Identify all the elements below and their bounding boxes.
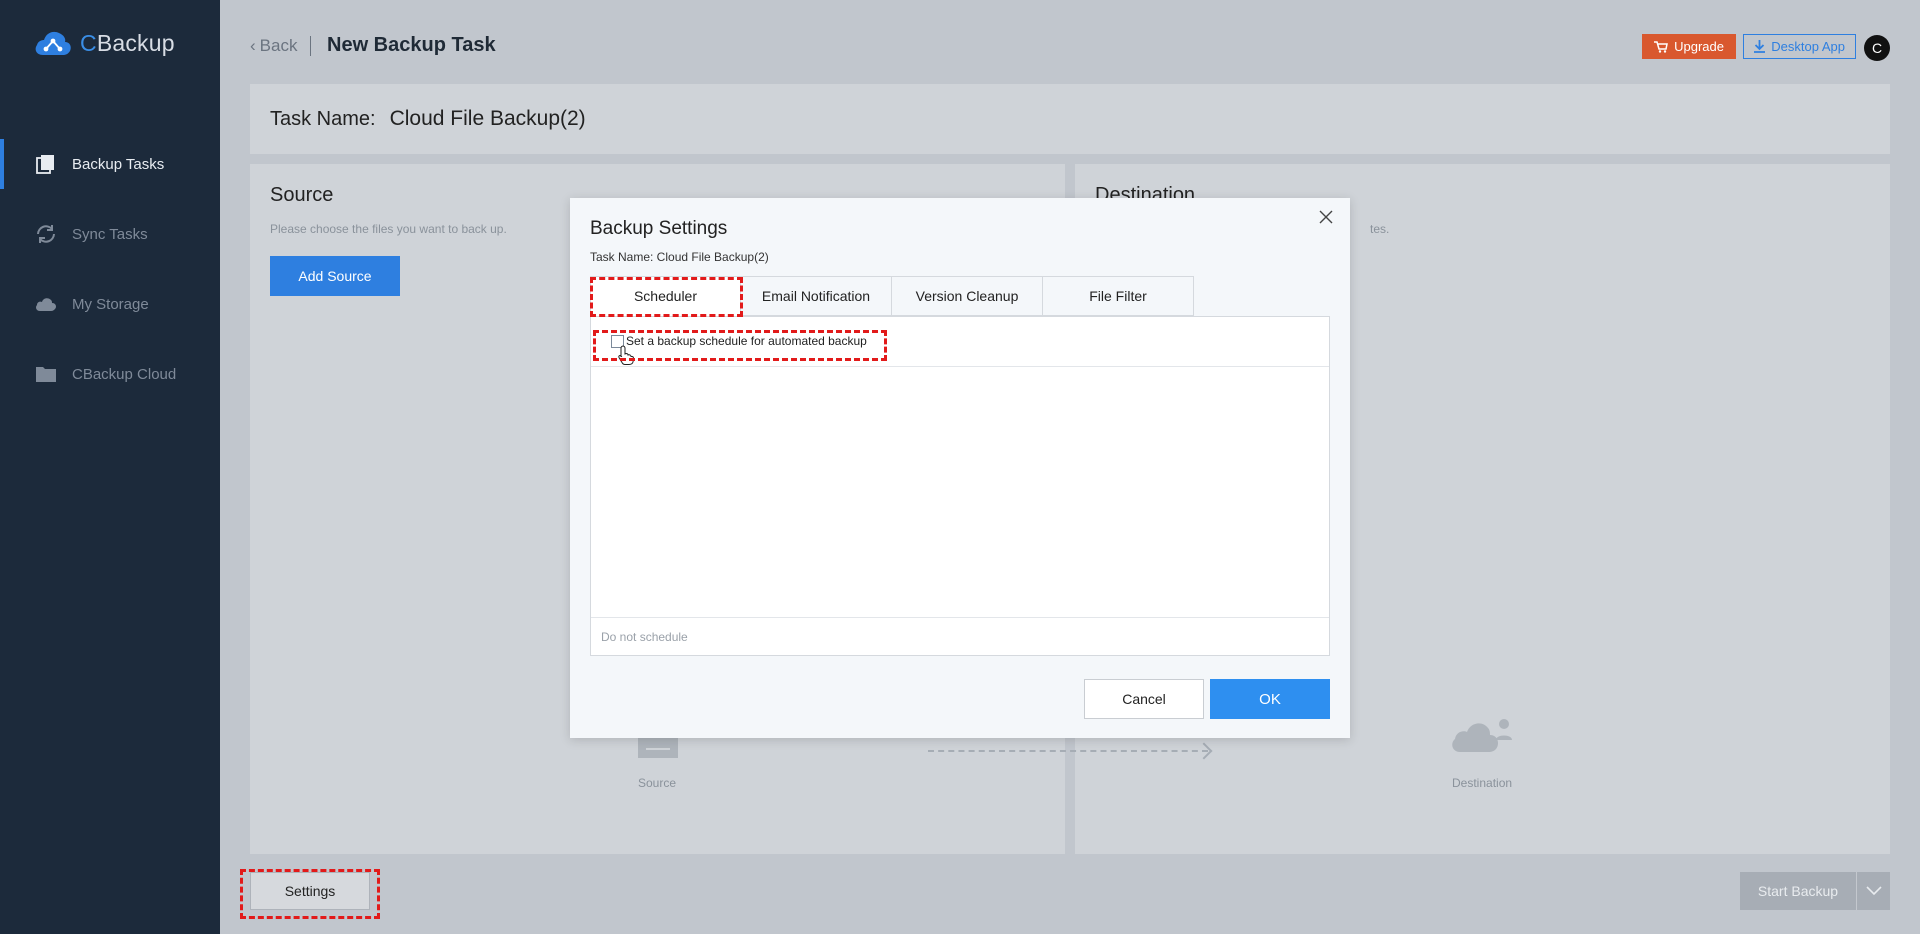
sidebar-item-my-storage[interactable]: My Storage <box>0 279 220 329</box>
cloud-destination-icon <box>1452 719 1512 752</box>
source-diagram-label: Source <box>638 776 677 790</box>
tab-version-cleanup[interactable]: Version Cleanup <box>892 276 1043 316</box>
sidebar-item-cbackup-cloud[interactable]: CBackup Cloud <box>0 349 220 399</box>
avatar[interactable]: C <box>1864 35 1890 61</box>
schedule-status: Do not schedule <box>591 617 1329 655</box>
header-separator <box>310 36 311 56</box>
cancel-button[interactable]: Cancel <box>1084 679 1204 719</box>
close-button[interactable] <box>1316 208 1336 228</box>
sidebar: CBackup Backup Tasks Sync Tasks My Stora… <box>0 0 220 934</box>
settings-button[interactable]: Settings <box>250 872 370 910</box>
desktop-app-button[interactable]: Desktop App <box>1743 34 1856 59</box>
source-description: Please choose the files you want to back… <box>270 222 507 236</box>
folder-icon <box>36 367 56 382</box>
task-name-label: Task Name: <box>270 107 376 130</box>
cbackup-logo-icon <box>35 31 71 55</box>
sidebar-item-sync-tasks[interactable]: Sync Tasks <box>0 209 220 259</box>
schedule-checkbox-label[interactable]: Set a backup schedule for automated back… <box>626 334 867 348</box>
destination-diagram-label: Destination <box>1452 776 1513 790</box>
sync-icon <box>37 225 55 243</box>
schedule-row: Set a backup schedule for automated back… <box>591 317 1329 367</box>
tab-file-filter[interactable]: File Filter <box>1043 276 1194 316</box>
sidebar-item-label: CBackup Cloud <box>72 365 177 383</box>
page-title: New Backup Task <box>327 34 496 56</box>
sidebar-item-label: Sync Tasks <box>72 225 148 243</box>
chevron-down-icon[interactable] <box>1856 872 1890 910</box>
scheduler-panel: Set a backup schedule for automated back… <box>590 316 1330 656</box>
hand-cursor-icon <box>618 345 634 365</box>
logo-text: CBackup <box>80 29 175 56</box>
task-name-value[interactable]: Cloud File Backup(2) <box>390 107 586 131</box>
ok-button[interactable]: OK <box>1210 679 1330 719</box>
dialog-title: Backup Settings <box>590 218 728 239</box>
flow-arrow <box>928 750 1208 752</box>
backup-tasks-icon <box>36 155 54 174</box>
sidebar-item-label: My Storage <box>72 295 149 313</box>
source-title: Source <box>270 184 334 206</box>
cloud-icon <box>36 298 56 311</box>
sidebar-item-backup-tasks[interactable]: Backup Tasks <box>0 139 220 189</box>
dialog-task-name: Task Name: Cloud File Backup(2) <box>590 250 769 264</box>
logo[interactable]: CBackup <box>34 28 175 58</box>
backup-settings-dialog: Backup Settings Task Name: Cloud File Ba… <box>570 198 1350 738</box>
cart-icon <box>1654 40 1669 53</box>
chevron-left-icon: ‹ <box>250 36 256 55</box>
upgrade-button[interactable]: Upgrade <box>1642 34 1736 59</box>
tab-scheduler[interactable]: Scheduler <box>590 276 741 316</box>
back-link[interactable]: ‹ Back <box>250 36 297 56</box>
tab-email-notification[interactable]: Email Notification <box>741 276 892 316</box>
task-name-bar: Task Name: Cloud File Backup(2) <box>250 84 1890 154</box>
add-source-button[interactable]: Add Source <box>270 256 400 296</box>
sidebar-item-label: Backup Tasks <box>72 155 165 173</box>
close-icon <box>1319 210 1333 223</box>
settings-tabs: Scheduler Email Notification Version Cle… <box>590 276 1194 316</box>
destination-description: tes. <box>1370 222 1390 236</box>
header: ‹ Back New Backup Task Upgrade Desktop A… <box>220 0 1920 90</box>
download-icon <box>1754 40 1766 53</box>
start-backup-button[interactable]: Start Backup <box>1740 872 1890 910</box>
